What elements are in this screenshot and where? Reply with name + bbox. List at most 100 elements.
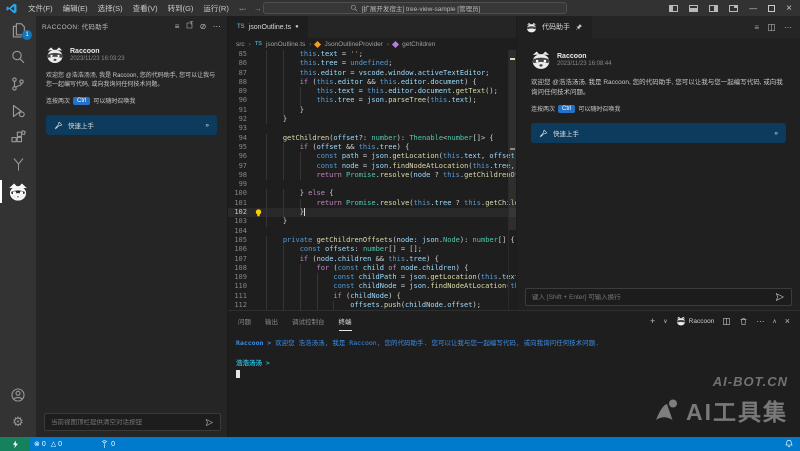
- ports-status[interactable]: 0: [96, 440, 119, 449]
- sidebar-item-test-view[interactable]: [0, 151, 36, 178]
- modified-dot-icon[interactable]: ●: [295, 24, 299, 30]
- status-bar: ⊗ 0 △ 0 0: [0, 437, 800, 451]
- panel-tab-输出[interactable]: 输出: [265, 311, 278, 331]
- close-panel-icon[interactable]: ×: [785, 316, 790, 326]
- hint-prefix: 连按两次: [46, 96, 70, 105]
- scrollbar-slider[interactable]: [509, 50, 516, 230]
- quick-start-button[interactable]: 快速上手 »: [46, 115, 217, 135]
- double-chevron-right-icon: »: [205, 122, 209, 129]
- sidebar-chat-input[interactable]: [44, 413, 221, 431]
- breadcrumb-item[interactable]: src: [236, 41, 245, 48]
- split-editor-icon[interactable]: [767, 23, 776, 32]
- sidebar-item-extensions[interactable]: [0, 124, 36, 151]
- assistant-chat-input[interactable]: [525, 288, 792, 306]
- line-number: 109: [228, 273, 254, 282]
- overview-ruler[interactable]: [508, 50, 516, 310]
- split-terminal-icon[interactable]: [722, 317, 731, 326]
- close-button[interactable]: ×: [786, 3, 792, 14]
- more-actions-icon[interactable]: ⋯: [756, 317, 764, 326]
- toggle-panel-icon[interactable]: [689, 5, 698, 12]
- command-center[interactable]: [扩展开发宿主] tree-view-sample [管理员]: [263, 2, 567, 14]
- notifications-bell-icon[interactable]: [784, 439, 794, 449]
- nav-forward-button[interactable]: →: [254, 4, 262, 13]
- panel-tab-终端[interactable]: 终端: [339, 311, 352, 331]
- menu-item[interactable]: 编辑(E): [58, 3, 93, 14]
- code-line: 107if (node.children && this.tree) {: [228, 255, 516, 264]
- source-control-icon: [10, 76, 26, 92]
- sidebar-chat-input-field[interactable]: [51, 419, 201, 426]
- code-line: 106const offsets: number[] = [];: [228, 245, 516, 254]
- chat-message: Raccoon 2023/11/23 16:08:44 欢迎您 @浩浩汤汤, 我…: [517, 38, 800, 143]
- tab-jsonoutline[interactable]: TS jsonOutline.ts ●: [228, 16, 308, 38]
- code-line: 90this.tree = json.parseTree(this.text);: [228, 96, 516, 105]
- line-number: 98: [228, 171, 254, 180]
- assistant-chat-input-field[interactable]: [532, 294, 771, 301]
- raccoon-icon: [676, 316, 686, 326]
- breadcrumb-separator: ›: [249, 41, 251, 48]
- more-actions-icon[interactable]: ⋯: [213, 22, 221, 31]
- minimize-button[interactable]: —: [749, 4, 757, 13]
- line-number: 91: [228, 106, 254, 115]
- kill-terminal-icon[interactable]: [739, 317, 748, 326]
- account-button[interactable]: [0, 381, 36, 408]
- sidebar-item-raccoon[interactable]: [0, 178, 36, 205]
- panel-tab-问题[interactable]: 问题: [238, 311, 251, 331]
- new-terminal-button[interactable]: +: [650, 316, 655, 326]
- settings-list-icon[interactable]: ≡: [175, 22, 180, 31]
- breadcrumb-item[interactable]: JsonOutlineProvider: [324, 41, 383, 48]
- more-actions-icon[interactable]: ⋯: [784, 23, 792, 32]
- maximize-panel-icon[interactable]: ∧: [772, 318, 776, 325]
- lightbulb-icon[interactable]: [255, 209, 262, 217]
- send-icon[interactable]: [205, 418, 214, 427]
- pin-icon[interactable]: [575, 23, 583, 31]
- remote-indicator[interactable]: [0, 437, 30, 451]
- terminal-instance[interactable]: Raccoon: [676, 316, 715, 326]
- line-number: 99: [228, 180, 254, 189]
- toggle-secondary-sidebar-icon[interactable]: [709, 5, 718, 12]
- panel-tab-调试控制台[interactable]: 调试控制台: [292, 311, 325, 331]
- terminal-profile-dropdown-icon[interactable]: ∨: [663, 318, 667, 325]
- warning-count: 0: [58, 441, 62, 448]
- sidebar-item-explorer[interactable]: 1: [0, 16, 36, 43]
- sidebar-item-run-debug[interactable]: [0, 97, 36, 124]
- new-session-icon[interactable]: [186, 21, 194, 31]
- watermark-brand: AI工具集: [686, 393, 788, 427]
- method-symbol-icon: [392, 40, 399, 47]
- editor-tab-bar: TS jsonOutline.ts ●: [228, 16, 516, 38]
- code-line: 105private getChildrenOffsets(node: json…: [228, 236, 516, 245]
- chat-message: Raccoon 2023/11/23 16:03:23 欢迎您 @浩浩汤汤, 我…: [36, 36, 227, 135]
- sidebar-item-search[interactable]: [0, 43, 36, 70]
- line-number: 95: [228, 143, 254, 152]
- breadcrumb-item[interactable]: getChildren: [402, 41, 435, 48]
- text-cursor: [304, 208, 305, 216]
- breadcrumb-item[interactable]: jsonOutline.ts: [266, 41, 305, 48]
- vscode-logo-icon: [6, 3, 17, 14]
- line-number: 97: [228, 162, 254, 171]
- nav-back-button[interactable]: ←: [238, 4, 246, 13]
- customize-layout-icon[interactable]: [729, 5, 738, 12]
- menu-item[interactable]: 运行(R): [198, 3, 233, 14]
- line-number: 107: [228, 255, 254, 264]
- remote-icon: [11, 439, 20, 450]
- sidebar-item-source-control[interactable]: [0, 70, 36, 97]
- raccoon-sidebar: RACCOON: 代码助手 ≡ ⊘ ⋯ Raccoon 2023/11/23 1…: [36, 16, 228, 437]
- tab-code-assistant[interactable]: 代码助手: [517, 16, 592, 38]
- more-lines-icon[interactable]: ≡: [754, 23, 759, 32]
- menu-item[interactable]: 查看(V): [128, 3, 163, 14]
- menu-item[interactable]: 转到(G): [163, 3, 199, 14]
- line-number: 111: [228, 292, 254, 301]
- maximize-button[interactable]: [768, 5, 775, 12]
- settings-button[interactable]: ⚙: [0, 408, 36, 435]
- bottom-panel: 问题输出调试控制台终端 + ∨ Raccoon ⋯ ∧ × Raccoon > …: [228, 310, 800, 437]
- code-line: 99: [228, 180, 516, 189]
- send-icon[interactable]: [775, 292, 785, 302]
- menu-item[interactable]: 选择(S): [93, 3, 128, 14]
- terminal-agent-prefix: Raccoon >: [236, 339, 271, 347]
- clear-chat-icon[interactable]: ⊘: [200, 22, 207, 31]
- code-editor[interactable]: 85this.text = '';86this.tree = undefined…: [228, 50, 516, 310]
- quick-start-button[interactable]: 快速上手 »: [531, 123, 786, 143]
- menu-item[interactable]: 文件(F): [23, 3, 58, 14]
- problems-status[interactable]: ⊗ 0 △ 0: [30, 440, 66, 448]
- line-number: 104: [228, 227, 254, 236]
- toggle-sidebar-icon[interactable]: [669, 5, 678, 12]
